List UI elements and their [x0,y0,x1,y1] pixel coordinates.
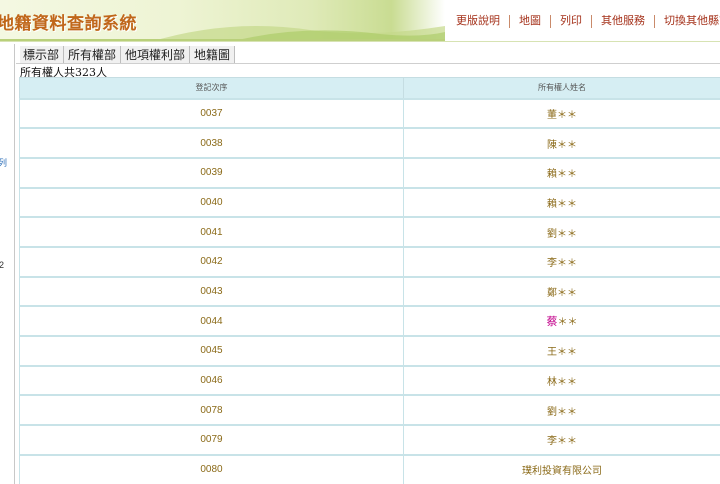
registration-order-cell: 0044 [19,305,404,337]
owner-name-cell: 林＊＊ [403,364,720,396]
column-header-owner-name: 所有權人姓名 [403,77,720,99]
tab-cadastral-map[interactable]: 地籍圖 [190,46,236,64]
table-row: 0078 劉＊＊ [19,394,720,426]
nav-link-other-services[interactable]: 其他服務 [592,14,655,28]
registration-order-cell: 0045 [19,335,404,367]
nav-link-switch-county[interactable]: 切換其他縣市 [655,15,720,28]
table-row: 0037 董＊＊ [19,97,720,129]
banner: 地籍資料查詢系統 [0,0,445,42]
registration-order-cell: 0042 [19,245,404,278]
table-row: 0045 王＊＊ [19,335,720,367]
registration-order-cell: 0037 [19,97,404,129]
registration-order-cell: 0043 [19,275,404,307]
registration-order-cell: 0038 [19,127,404,159]
owner-name-cell: 董＊＊ [403,97,720,129]
nav-link-print[interactable]: 列印 [551,14,592,28]
owner-name-cell: 李＊＊ [403,245,720,278]
owner-name-cell: 劉＊＊ [403,394,720,426]
nav-link-changelog[interactable]: 更版說明 [446,14,510,28]
tab-designation[interactable]: 標示部 [20,46,65,64]
owner-name-cell: 賴＊＊ [403,186,720,218]
column-header-registration-order: 登記次序 [19,77,404,99]
tab-other-rights[interactable]: 他項權利部 [121,46,191,64]
tab-bar-divider [16,63,720,64]
table-row: 0039 賴＊＊ [19,156,720,189]
header-divider [0,41,720,42]
owner-name-cell: 鄭＊＊ [403,275,720,307]
owners-table: 登記次序 所有權人姓名 0037 董＊＊ 0038 陳＊＊ 0039 賴＊＊ 0040… [19,77,720,484]
table-row: 0042 李＊＊ [19,245,720,278]
owner-name-cell: 璞利投資有限公司 [403,453,720,484]
owner-name-cell: 劉＊＊ [403,216,720,248]
table-header-row: 登記次序 所有權人姓名 [19,77,720,99]
owner-name-cell: 蔡＊＊ [403,305,720,337]
top-nav: 更版說明 地圖 列印 其他服務 切換其他縣市 [446,12,720,30]
owner-name-cell: 陳＊＊ [403,127,720,159]
owner-name-cell: 王＊＊ [403,335,720,367]
header: 地籍資料查詢系統 更版說明 地圖 列印 其他服務 切換其他縣市 [0,0,720,42]
table-row: 0038 陳＊＊ [19,127,720,159]
table-row: 0041 劉＊＊ [19,216,720,248]
owner-name-masked: ＊＊ [557,317,578,329]
table-row: 0079 李＊＊ [19,424,720,456]
sidebar-link-fragment[interactable]: 列 [0,156,7,169]
owner-name-cell: 李＊＊ [403,424,720,456]
table-row: 0040 賴＊＊ [19,186,720,218]
registration-order-cell: 0046 [19,364,404,396]
table-row: 0043 鄭＊＊ [19,275,720,307]
table-row: 0046 林＊＊ [19,364,720,396]
owner-name-cell: 賴＊＊ [403,156,720,189]
registration-order-cell: 0039 [19,156,404,189]
owner-name-highlight: 蔡 [546,316,558,329]
registration-order-cell: 0041 [19,216,404,248]
tab-ownership[interactable]: 所有權部 [64,46,122,64]
sidebar-text-fragment: 2 [0,260,5,270]
registration-order-cell: 0078 [19,394,404,426]
nav-link-map[interactable]: 地圖 [510,14,551,28]
registration-order-cell: 0080 [19,453,404,484]
tab-bar: 標示部 所有權部 他項權利部 地籍圖 [20,46,236,64]
table-row: 0044 蔡＊＊ [19,305,720,337]
sidebar: 列 2 [0,44,15,484]
site-title: 地籍資料查詢系統 [0,14,137,34]
table-row: 0080 璞利投資有限公司 [19,453,720,484]
registration-order-cell: 0040 [19,186,404,218]
registration-order-cell: 0079 [19,424,404,456]
